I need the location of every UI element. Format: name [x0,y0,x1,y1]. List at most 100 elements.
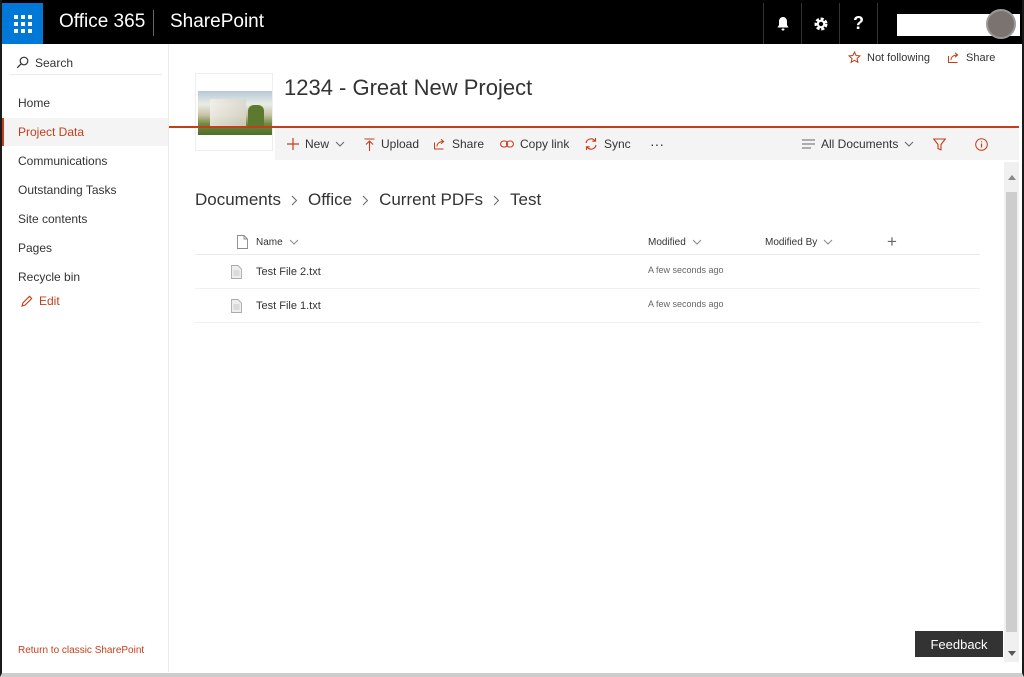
waffle-icon [13,14,32,33]
edit-links-button[interactable]: Edit [20,294,60,308]
list-header: Name Modified Modified By + [195,229,980,255]
column-label: Name [256,236,283,248]
search-label: Search [35,55,74,70]
nav-item-pages[interactable]: Pages [2,234,168,262]
nav-item-label: Recycle bin [18,270,81,284]
filter-button[interactable] [933,128,952,160]
breadcrumb-item-current-pdfs[interactable]: Current PDFs [379,190,483,210]
chevron-down-icon [692,239,702,245]
txt-file-icon [231,255,242,289]
search-box[interactable]: Search [10,51,162,75]
help-button[interactable]: ? [839,3,877,44]
nav-item-communications[interactable]: Communications [2,147,168,175]
nav-item-label: Site contents [18,212,88,226]
name-column-header[interactable]: Name [256,229,299,255]
more-commands-button[interactable]: ··· [650,128,664,160]
app-launcher-button[interactable] [2,3,43,44]
left-navigation: Search Home Project Data Communications … [2,44,169,672]
modified-by-column-header[interactable]: Modified By [765,229,833,255]
chevron-down-icon [823,239,833,245]
view-switcher[interactable]: All Documents [802,128,914,160]
scrollbar-thumb[interactable] [1006,192,1017,632]
bell-icon [777,16,788,30]
vertical-scrollbar[interactable] [1004,162,1019,662]
search-icon [16,56,29,69]
txt-file-icon [231,289,242,323]
share-icon [434,138,445,150]
view-label: All Documents [821,137,899,151]
sync-icon [585,138,597,150]
share-label: Share [452,137,485,151]
copy-link-label: Copy link [520,137,570,151]
list-view-icon [802,139,815,149]
star-icon [848,51,861,64]
upload-button[interactable]: Upload [364,128,419,160]
breadcrumb-item-documents[interactable]: Documents [195,190,281,210]
follow-label: Not following [867,51,930,64]
table-row[interactable]: Test File 2.txt A few seconds ago [195,255,980,289]
share-site-button[interactable]: Share [947,51,995,64]
site-title[interactable]: 1234 - Great New Project [284,75,532,101]
nav-item-outstanding-tasks[interactable]: Outstanding Tasks [2,176,168,204]
scroll-down-arrow-icon[interactable] [1004,646,1019,661]
nav-item-home[interactable]: Home [2,89,168,117]
column-label: Modified [648,236,686,248]
breadcrumb-item-office[interactable]: Office [308,190,352,210]
info-icon [975,137,988,151]
feedback-button[interactable]: Feedback [915,631,1003,657]
plus-icon [287,138,299,150]
share-icon [948,52,959,63]
more-icon: ··· [650,136,664,152]
add-column-button[interactable]: + [887,229,897,255]
command-bar: New Upload Share Copy link Sync ··· All … [275,128,1019,160]
chevron-down-icon [289,239,299,245]
avatar[interactable] [986,9,1016,39]
suite-bar: Office 365 SharePoint ? [0,0,1024,44]
nav-item-recycle-bin[interactable]: Recycle bin [2,263,168,291]
info-pane-button[interactable] [975,128,994,160]
follow-button[interactable]: Not following [848,51,930,64]
column-label: Modified By [765,236,818,248]
chevron-right-icon [493,195,500,206]
share-label: Share [966,51,996,64]
file-type-column-header[interactable] [231,229,248,255]
sharepoint-link[interactable]: SharePoint [170,11,264,33]
chevron-down-icon [905,141,914,147]
table-row[interactable]: Test File 1.txt A few seconds ago [195,289,980,323]
document-icon [237,235,248,249]
modified-column-header[interactable]: Modified [648,229,702,255]
copy-link-button[interactable]: Copy link [500,128,569,160]
account-button-edge[interactable] [877,3,897,44]
scroll-up-arrow-icon[interactable] [1004,170,1019,185]
nav-item-site-contents[interactable]: Site contents [2,205,168,233]
file-name-link[interactable]: Test File 2.txt [256,255,321,289]
filter-icon [933,137,946,151]
upload-icon [364,137,375,151]
file-name-link[interactable]: Test File 1.txt [256,289,321,323]
nav-item-label: Communications [18,154,108,168]
link-icon [500,140,514,148]
help-icon: ? [853,13,864,33]
breadcrumb-item-test: Test [510,190,542,209]
chevron-right-icon [291,195,298,206]
modified-value: A few seconds ago [648,265,724,275]
chevron-right-icon [362,195,369,206]
plus-icon: + [887,232,897,251]
breadcrumb: Documents Office Current PDFs Test [195,189,541,211]
office365-link[interactable]: Office 365 [59,11,145,33]
site-logo[interactable] [195,73,273,151]
new-button[interactable]: New [287,128,345,160]
upload-label: Upload [381,137,420,151]
share-button[interactable]: Share [433,128,484,160]
chevron-down-icon [335,141,345,147]
nav-item-project-data[interactable]: Project Data [2,118,168,146]
sync-button[interactable]: Sync [584,128,631,160]
return-to-classic-link[interactable]: Return to classic SharePoint [18,645,144,656]
settings-button[interactable] [801,3,839,44]
notifications-button[interactable] [763,3,801,44]
sync-label: Sync [604,137,631,151]
nav-item-label: Pages [18,241,53,255]
nav-item-label: Outstanding Tasks [18,183,117,197]
site-logo-image [198,91,272,135]
pencil-icon [21,295,33,307]
